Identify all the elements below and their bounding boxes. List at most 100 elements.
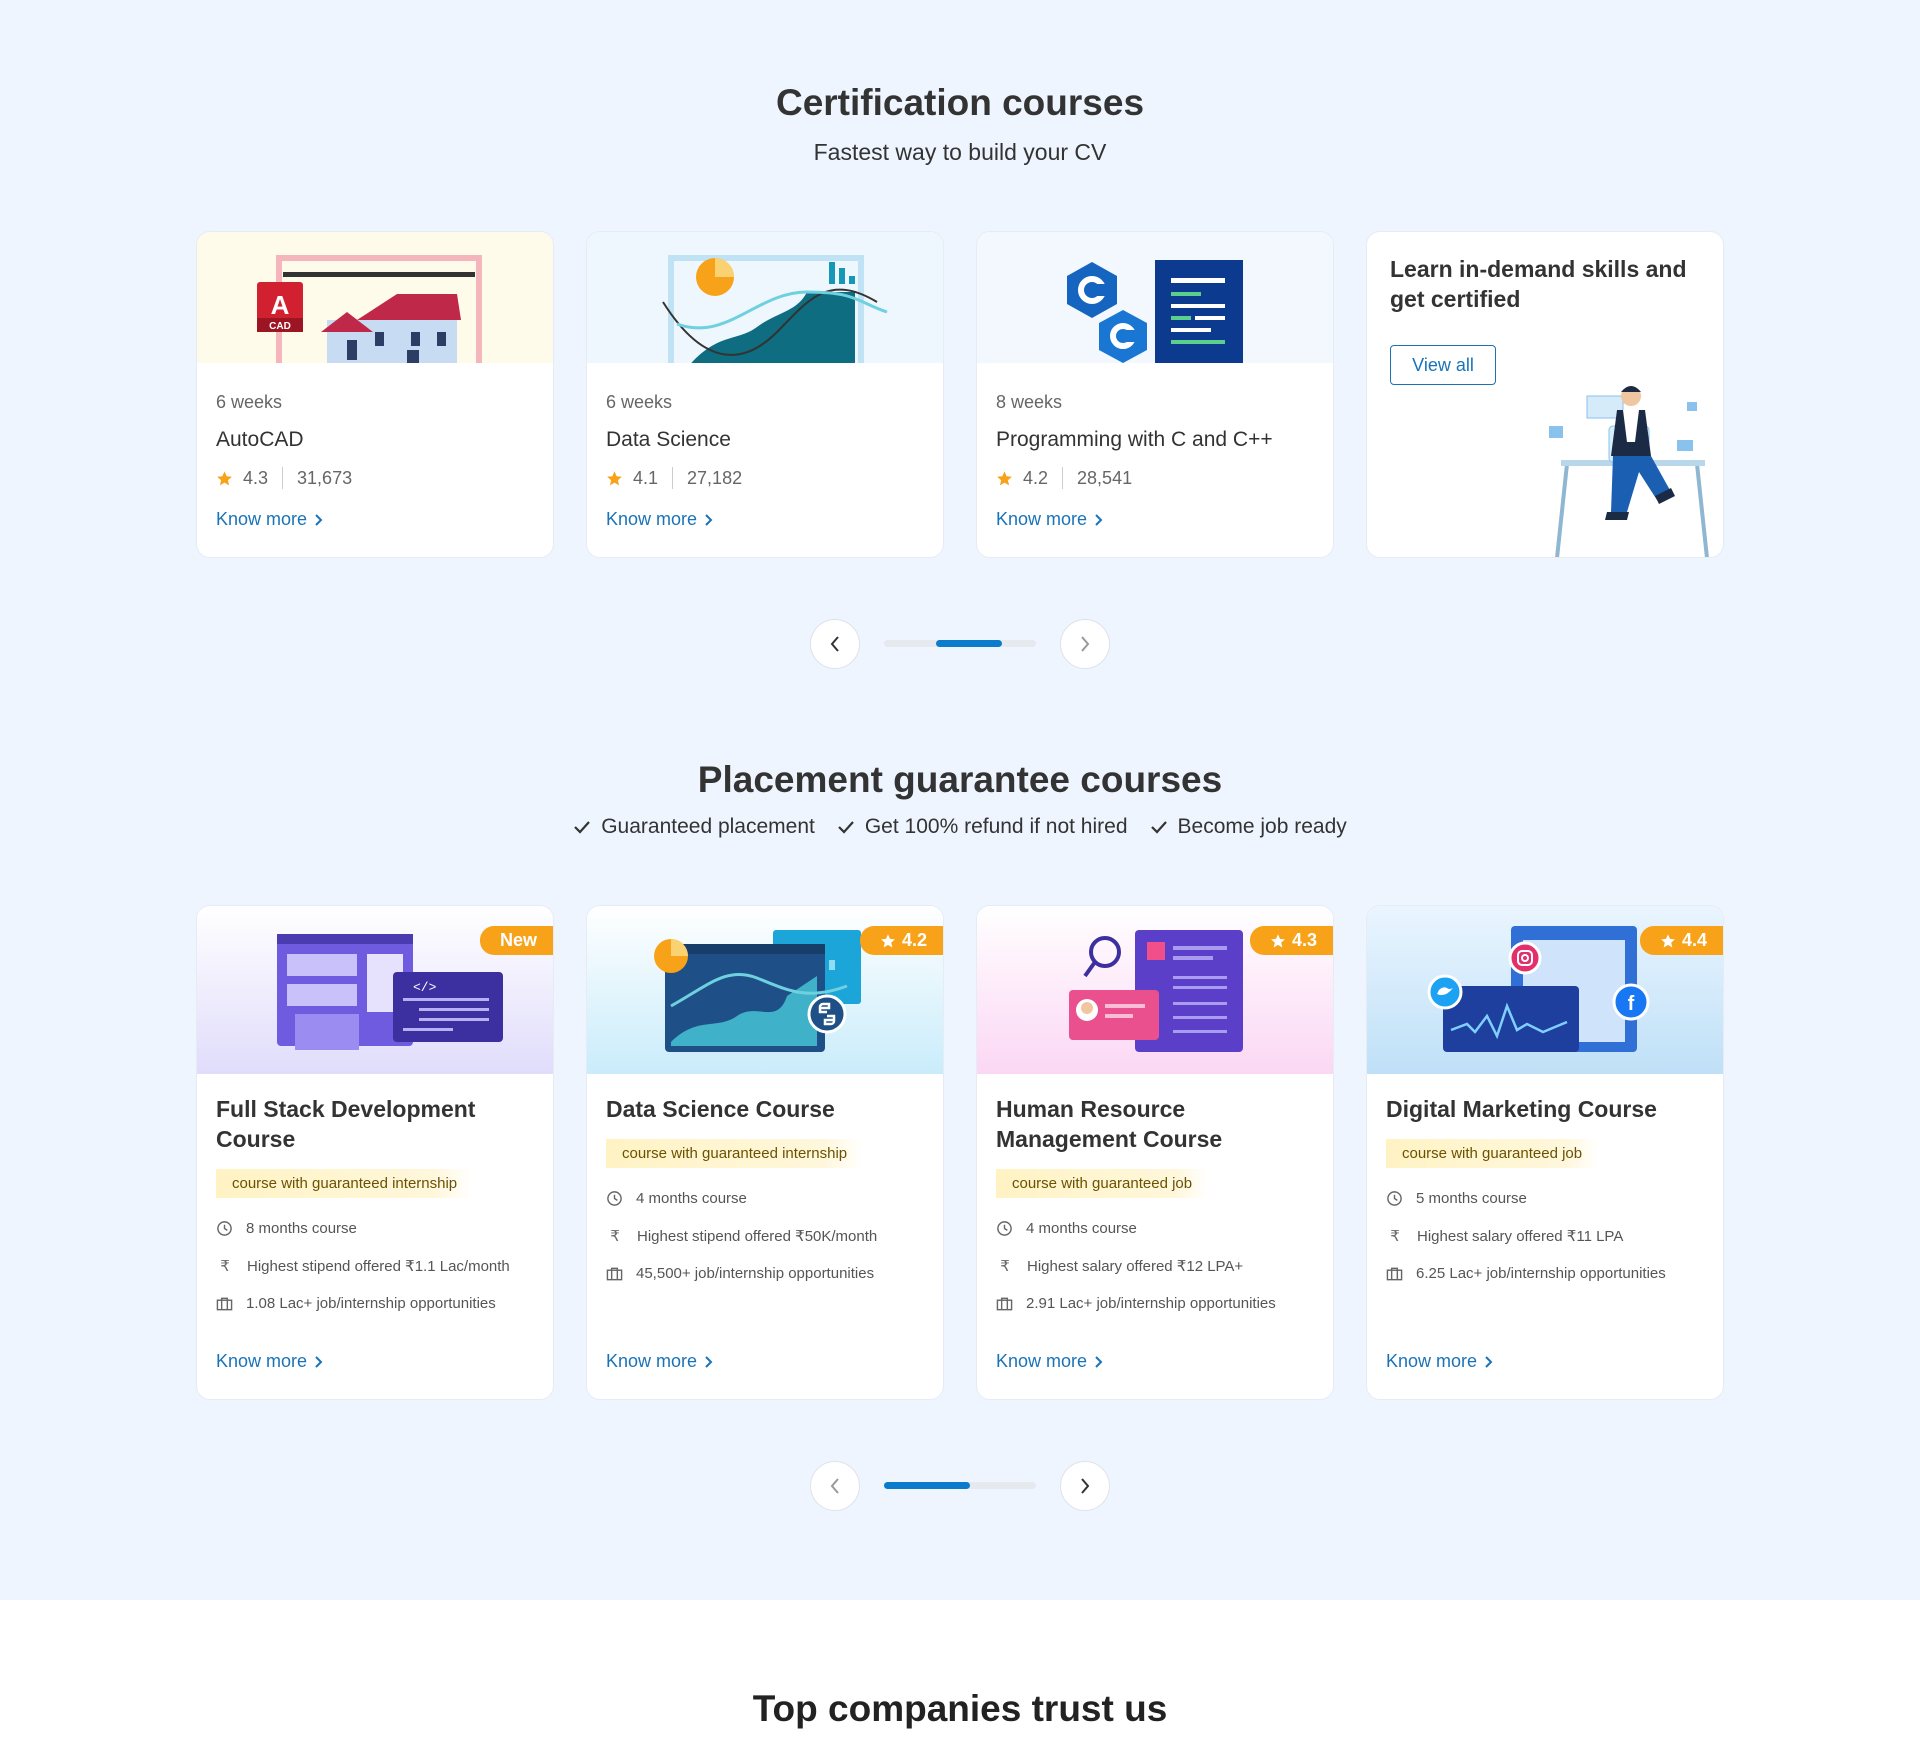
clock-icon — [217, 1221, 232, 1236]
cert-carousel-track — [884, 640, 1036, 647]
duration-text: 5 months course — [1416, 1190, 1527, 1207]
course-duration: 6 weeks — [216, 392, 283, 412]
placement-benefits: Guaranteed placement Get 100% refund if … — [0, 815, 1920, 839]
placement-course-title: Human Resource Management Course — [996, 1096, 1223, 1152]
clock-icon — [607, 1191, 622, 1206]
learner-count: 28,541 — [1077, 467, 1133, 488]
opportunities-row: 1.08 Lac+ job/internship opportunities — [216, 1295, 496, 1312]
placement-card-full-stack[interactable]: </> New Full Stack Development Course co… — [196, 905, 554, 1400]
chevron-right-icon — [1081, 1478, 1090, 1494]
duration-row: 4 months course — [996, 1220, 1137, 1237]
duration-row: 4 months course — [606, 1190, 747, 1207]
know-more-link[interactable]: Know more — [216, 1351, 323, 1372]
duration-text: 4 months course — [1026, 1220, 1137, 1237]
pay-row: ₹ Highest salary offered ₹11 LPA — [1386, 1227, 1623, 1245]
pay-text: Highest stipend offered ₹1.1 Lac/month — [247, 1258, 510, 1275]
course-title: Programming with C and C++ — [996, 428, 1273, 451]
star-icon — [1661, 933, 1675, 947]
cert-next-button[interactable] — [1060, 619, 1110, 669]
know-more-link[interactable]: Know more — [996, 1351, 1103, 1372]
rating-badge: 4.3 — [1249, 926, 1333, 955]
rating-divider — [1062, 467, 1064, 489]
clock-icon — [997, 1221, 1012, 1236]
chevron-left-icon — [830, 636, 839, 652]
learner-count: 31,673 — [297, 467, 353, 488]
placement-card-digital-marketing[interactable]: f 4.4 Digital Marketing Course course wi… — [1366, 905, 1724, 1400]
check-icon — [1150, 821, 1167, 834]
placement-course-title: Data Science Course — [606, 1096, 835, 1122]
opportunities-text: 45,500+ job/internship opportunities — [636, 1265, 875, 1282]
chevron-right-icon — [1095, 513, 1103, 526]
briefcase-icon — [1386, 1267, 1403, 1280]
pay-row: ₹ Highest salary offered ₹12 LPA+ — [996, 1257, 1243, 1275]
know-more-link[interactable]: Know more — [606, 1351, 713, 1372]
view-all-button[interactable]: View all — [1390, 345, 1496, 385]
opportunities-row: 2.91 Lac+ job/internship opportunities — [996, 1295, 1276, 1312]
check-icon — [574, 821, 591, 834]
duration-text: 8 months course — [246, 1220, 357, 1237]
chevron-right-icon — [1081, 636, 1090, 652]
know-more-label: Know more — [216, 1351, 308, 1371]
know-more-label: Know more — [606, 509, 698, 529]
clock-icon — [1387, 1191, 1402, 1206]
star-icon — [217, 470, 232, 485]
placement-carousel-indicator — [884, 1482, 970, 1489]
know-more-label: Know more — [216, 509, 308, 529]
benefit-item: Guaranteed placement — [573, 815, 815, 839]
know-more-label: Know more — [1386, 1351, 1478, 1371]
know-more-link[interactable]: Know more — [996, 509, 1103, 530]
autocad-logo-sub: CAD — [269, 321, 291, 332]
know-more-link[interactable]: Know more — [1386, 1351, 1493, 1372]
person-at-desk-illustration — [1549, 386, 1709, 557]
pay-text: Highest stipend offered ₹50K/month — [637, 1228, 878, 1245]
promo-card: Learn in-demand skills and get certified… — [1366, 231, 1724, 558]
benefit-item: Become job ready — [1150, 815, 1347, 839]
chevron-left-icon — [830, 1478, 839, 1494]
placement-next-button[interactable] — [1060, 1461, 1110, 1511]
guarantee-tag: course with guaranteed job — [1386, 1139, 1599, 1168]
know-more-label: Know more — [996, 509, 1088, 529]
know-more-label: Know more — [606, 1351, 698, 1371]
placement-title: Placement guarantee courses — [697, 759, 1223, 800]
placement-prev-button[interactable] — [810, 1461, 860, 1511]
certification-subtitle: Fastest way to build your CV — [813, 139, 1107, 165]
rating-value: 4.3 — [243, 467, 269, 488]
benefit-label: Get 100% refund if not hired — [864, 815, 1128, 838]
star-icon — [607, 470, 622, 485]
placement-course-title: Full Stack Development Course — [216, 1096, 476, 1152]
cert-prev-button[interactable] — [810, 619, 860, 669]
pay-row: ₹ Highest stipend offered ₹50K/month — [606, 1227, 877, 1245]
pay-text: Highest salary offered ₹11 LPA — [1417, 1228, 1624, 1245]
rating-divider — [672, 467, 674, 489]
duration-row: 5 months course — [1386, 1190, 1527, 1207]
briefcase-icon — [606, 1267, 623, 1280]
know-more-label: Know more — [996, 1351, 1088, 1371]
duration-row: 8 months course — [216, 1220, 357, 1237]
companies-title: Top companies trust us — [752, 1688, 1168, 1729]
data-science-illustration — [587, 232, 943, 363]
pay-text: Highest salary offered ₹12 LPA+ — [1027, 1258, 1244, 1275]
promo-title: Learn in-demand skills and get certified — [1390, 256, 1687, 312]
placement-course-title: Digital Marketing Course — [1386, 1096, 1657, 1122]
placement-card-hr[interactable]: 4.3 Human Resource Management Course cou… — [976, 905, 1334, 1400]
svg-text:f: f — [1628, 993, 1635, 1015]
badge-label: 4.4 — [1681, 930, 1707, 950]
learner-count: 27,182 — [687, 467, 743, 488]
course-card-data-science[interactable]: 6 weeks Data Science 4.1 27,182 Know mor… — [586, 231, 944, 558]
rating-divider — [282, 467, 284, 489]
rupee-icon: ₹ — [610, 1228, 620, 1245]
opportunities-row: 6.25 Lac+ job/internship opportunities — [1386, 1265, 1666, 1282]
course-card-c-cpp[interactable]: 8 weeks Programming with C and C++ 4.2 2… — [976, 231, 1334, 558]
know-more-link[interactable]: Know more — [216, 509, 323, 530]
certification-title: Certification courses — [775, 82, 1145, 123]
chevron-right-icon — [705, 513, 713, 526]
rating-value: 4.1 — [633, 467, 659, 488]
placement-card-data-science[interactable]: 4.2 Data Science Course course with guar… — [586, 905, 944, 1400]
benefit-item: Get 100% refund if not hired — [837, 815, 1128, 839]
know-more-link[interactable]: Know more — [606, 509, 713, 530]
course-title: Data Science — [606, 428, 731, 451]
course-card-autocad[interactable]: A CAD 6 weeks AutoCAD 4.3 31,673 Know mo… — [196, 231, 554, 558]
rating-value: 4.2 — [1023, 467, 1049, 488]
rating-badge: 4.4 — [1639, 926, 1723, 955]
course-duration: 8 weeks — [996, 392, 1063, 412]
